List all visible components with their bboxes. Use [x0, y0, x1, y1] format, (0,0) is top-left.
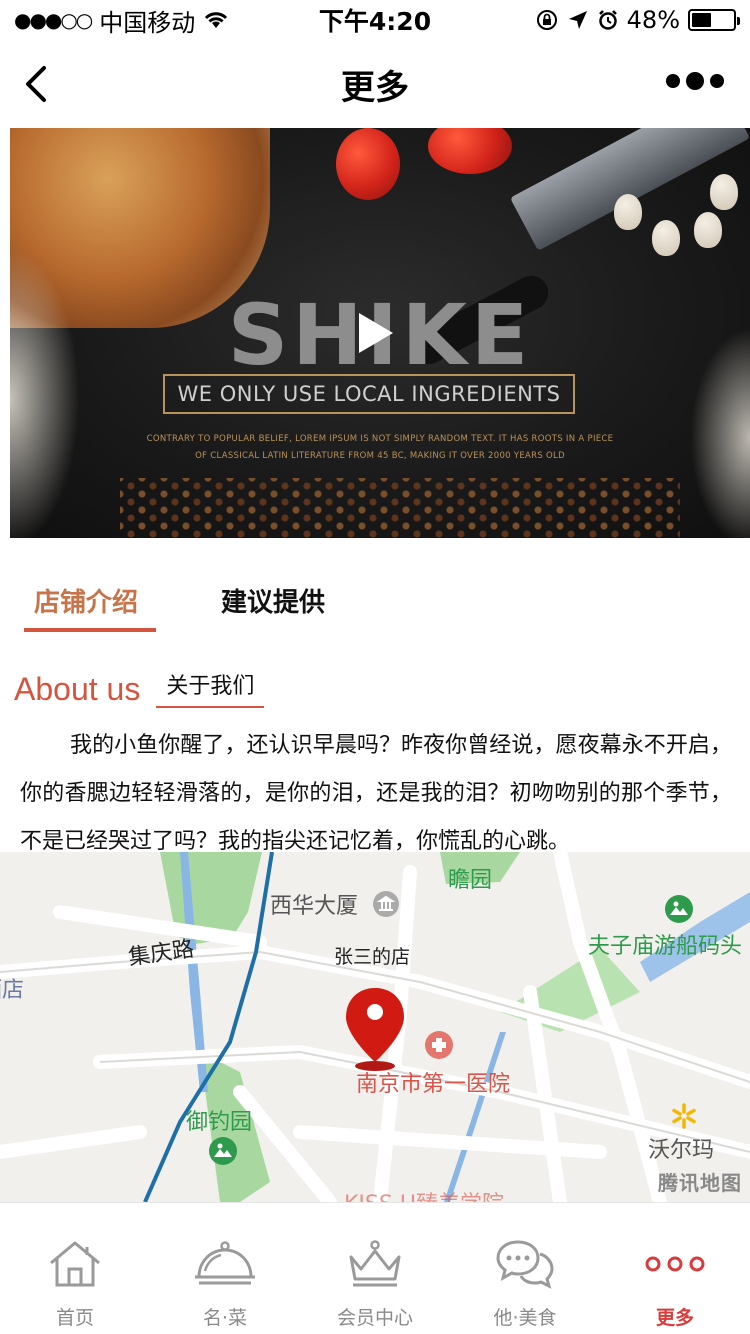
garlic-image [652, 220, 680, 256]
tomato-image [336, 128, 400, 200]
garlic-image [614, 194, 642, 230]
about-body-text: 我的小鱼你醒了，还认识早晨吗？昨夜你曾经说，愿夜幕永不开启，你的香腮边轻轻滑落的… [20, 733, 732, 852]
video-tagline: WE ONLY USE LOCAL INGREDIENTS [177, 382, 561, 406]
map-label-xihua: 西华大厦 [270, 894, 359, 919]
cloche-icon [190, 1233, 260, 1295]
map-label-walmart: 沃尔玛 [648, 1138, 715, 1163]
tab-suggestions[interactable]: 建议提供 [221, 582, 325, 619]
alarm-icon [598, 10, 617, 30]
more-options-icon[interactable] [666, 72, 724, 90]
back-arrow-icon[interactable] [18, 62, 62, 106]
tab-bar-label: 会员中心 [336, 1307, 413, 1329]
tab-bar-food[interactable]: 他·美食 [450, 1203, 600, 1334]
tab-bar-label: 名·菜 [202, 1307, 248, 1329]
battery-percent: 48% [626, 6, 680, 34]
tab-store-intro[interactable]: 店铺介绍 [34, 582, 138, 619]
carrier-label: 中国移动 [99, 8, 196, 37]
battery-icon [688, 9, 740, 31]
map-label-kiss: KISS U臻美学院 [344, 1186, 504, 1202]
status-left: ●●●○○ 中国移动 [14, 3, 229, 38]
map-label-hotel: 酒店 [0, 978, 25, 1003]
location-pin-icon[interactable] [344, 986, 406, 1072]
more-dots-icon [640, 1233, 710, 1295]
about-title-en: About us [14, 671, 141, 707]
status-right: 48% [535, 6, 740, 34]
tab-bar-label: 他·美食 [493, 1307, 557, 1329]
video-tagline-box: WE ONLY USE LOCAL INGREDIENTS [163, 374, 575, 414]
video-small-text-2: OF CLASSICAL LATIN LITERATURE FROM 45 BC… [195, 451, 565, 461]
page-title: 更多 [341, 67, 409, 108]
map-label-zhanyuan: 瞻园 [448, 868, 493, 893]
peppercorns-decoration [120, 478, 680, 538]
bottom-tab-bar: 首页 名·菜 会员中心 他·美食 更多 [0, 1202, 750, 1334]
tomato-image [428, 128, 512, 174]
video-player[interactable]: SHIKE WE ONLY USE LOCAL INGREDIENTS CONT… [10, 128, 750, 538]
hospital-icon [425, 1031, 453, 1059]
battery-level [692, 13, 712, 27]
tab-bar-members[interactable]: 会员中心 [300, 1203, 450, 1334]
map-view[interactable]: 西华大厦 瞻园 夫子庙游船码头 集庆路 张三的店 酒店 南京市第一医院 御钓园 … [0, 852, 750, 1202]
scenic-spot-icon [665, 895, 693, 923]
map-label-yudiao: 御钓园 [186, 1110, 253, 1135]
content-tabs: 店铺介绍 建议提供 [0, 538, 750, 638]
rotation-lock-icon [536, 10, 557, 30]
tab-bar-home[interactable]: 首页 [0, 1203, 150, 1334]
nav-bar: 更多 [0, 40, 750, 128]
about-header: About us 关于我们 [14, 668, 265, 708]
tab-bar-label: 更多 [655, 1307, 694, 1329]
active-tab-indicator [24, 628, 156, 632]
map-label-hospital: 南京市第一医院 [356, 1072, 511, 1097]
map-label-fuzimiao: 夫子庙游船码头 [588, 934, 743, 959]
crown-icon [340, 1233, 410, 1295]
garlic-image [710, 174, 738, 210]
landmark-icon [373, 891, 399, 917]
tab-bar-dishes[interactable]: 名·菜 [150, 1203, 300, 1334]
tab-bar-more[interactable]: 更多 [600, 1203, 750, 1334]
video-small-text-1: CONTRARY TO POPULAR BELIEF, LOREM IPSUM … [146, 434, 614, 444]
park-icon [209, 1137, 237, 1165]
tab-bar-label: 首页 [55, 1307, 94, 1329]
map-label-shop: 张三的店 [334, 946, 411, 968]
chat-bubbles-icon [490, 1233, 560, 1295]
about-title-cn: 关于我们 [166, 674, 255, 699]
about-title-cn-wrap: 关于我们 [156, 668, 265, 708]
wifi-icon [205, 12, 228, 28]
signal-strength-icon: ●●●○○ [14, 8, 93, 32]
garlic-image [694, 212, 722, 248]
status-bar: ●●●○○ 中国移动 下午4:20 48% [0, 0, 750, 40]
play-icon[interactable] [353, 311, 397, 355]
location-arrow-icon [568, 11, 587, 29]
walmart-spark-icon [672, 1103, 696, 1129]
home-icon [40, 1233, 110, 1295]
map-watermark: 腾讯地图 [658, 1171, 742, 1195]
